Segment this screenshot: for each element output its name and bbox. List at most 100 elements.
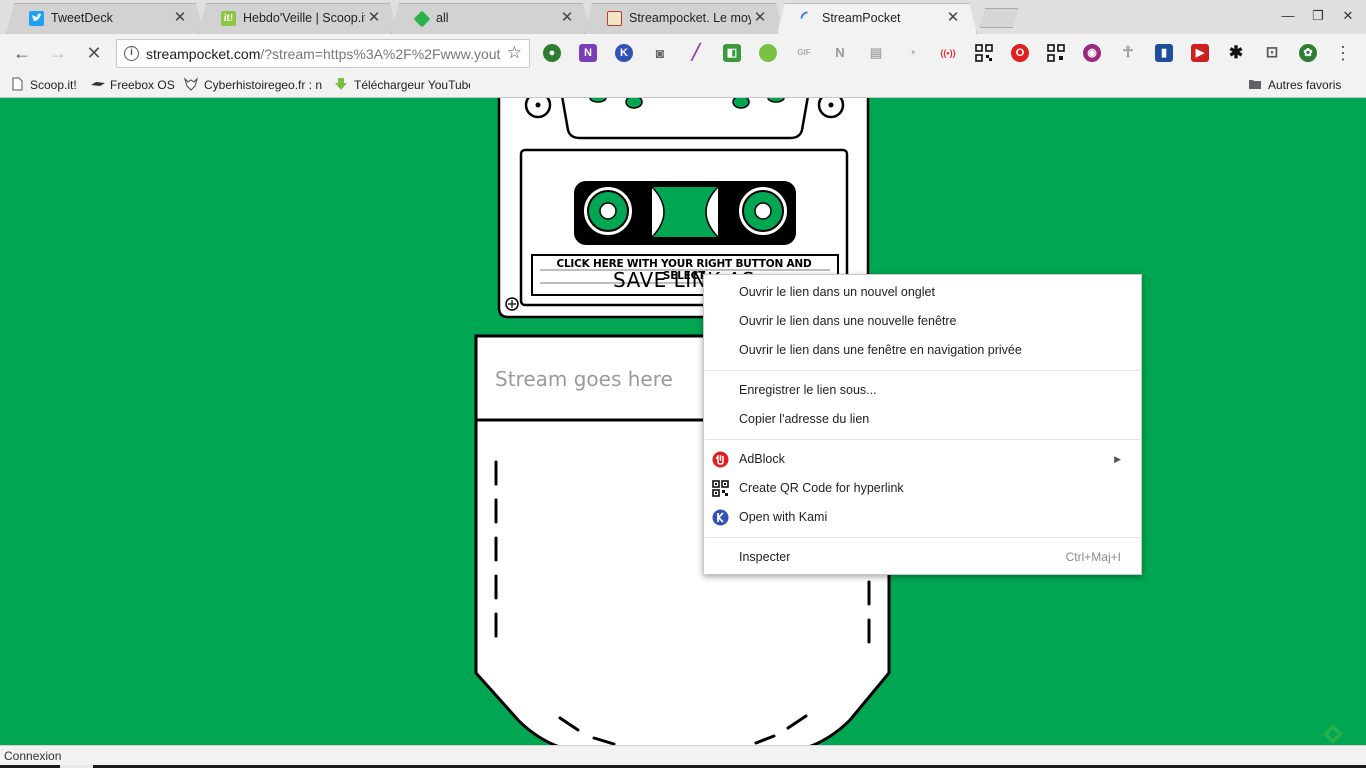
tab-streampocket[interactable]: StreamPocket ✕ <box>777 3 977 34</box>
site-info-icon[interactable]: i <box>124 46 139 61</box>
menu-separator <box>705 537 1142 538</box>
other-bookmarks-folder[interactable]: Autres favoris <box>1248 76 1341 94</box>
menu-item-open-incognito[interactable]: Ouvrir le lien dans une fenêtre en navig… <box>704 336 1141 365</box>
address-url[interactable]: streampocket.com/?stream=https%3A%2F%2Fw… <box>146 46 503 62</box>
menu-separator <box>705 370 1142 371</box>
feedly-icon <box>414 11 431 28</box>
tab-title: all <box>436 11 449 25</box>
close-window-icon[interactable]: ✕ <box>1338 6 1358 26</box>
extension-green-dot-icon[interactable] <box>759 44 777 62</box>
opera-adblock-icon[interactable]: O <box>1011 44 1029 62</box>
menu-item-open-new-tab[interactable]: Ouvrir le lien dans un nouvel onglet <box>704 278 1141 307</box>
tab-title: Hebdo'Veille | Scoop.it <box>243 11 365 25</box>
kami-extension-icon[interactable]: K <box>615 44 633 62</box>
kami-icon <box>712 509 729 526</box>
ankh-icon[interactable]: ☥ <box>1119 44 1137 62</box>
folder-icon <box>1248 77 1262 91</box>
qr-code-extension-2-icon[interactable] <box>1047 44 1065 62</box>
qr-code-extension-icon[interactable] <box>975 44 993 62</box>
menu-item-label: Ouvrir le lien dans une fenêtre en navig… <box>739 343 1022 357</box>
streampocket-page: CLICK HERE WITH YOUR RIGHT BUTTON AND SE… <box>0 98 1366 745</box>
menu-item-label: Open with Kami <box>739 510 828 524</box>
video-download-icon[interactable]: ▶ <box>1191 44 1209 62</box>
menu-item-open-new-window[interactable]: Ouvrir le lien dans une nouvelle fenêtre <box>704 307 1141 336</box>
submenu-arrow-icon: ▶ <box>1114 454 1121 464</box>
rss-icon[interactable]: ◔ <box>903 44 921 62</box>
broadcast-icon[interactable]: ((•)) <box>939 44 957 62</box>
close-tab-icon[interactable]: ✕ <box>560 10 574 26</box>
context-menu: Ouvrir le lien dans un nouvel onglet Ouv… <box>703 274 1142 575</box>
url-path: /?stream=https%3A%2F%2Fwww.yout <box>260 46 501 62</box>
onenote-icon[interactable]: N <box>579 44 597 62</box>
wolf-icon <box>184 77 199 91</box>
close-tab-icon[interactable]: ✕ <box>753 10 767 26</box>
close-tab-icon[interactable]: ✕ <box>173 10 187 26</box>
menu-item-inspect[interactable]: Inspecter Ctrl+Maj+I <box>704 543 1141 572</box>
music-icon[interactable]: ◉ <box>1083 44 1101 62</box>
stop-loading-button[interactable]: ✕ <box>82 42 106 64</box>
bookmarks-bar: Scoop.it! Freebox OS Cyberhistoiregeo.fr… <box>0 72 1366 98</box>
extension-green-square-icon[interactable]: ◧ <box>723 44 741 62</box>
gif-icon[interactable]: GIF <box>795 44 813 62</box>
star-extension-icon[interactable]: ✱ <box>1227 44 1245 62</box>
news-icon[interactable]: N <box>831 44 849 62</box>
cast-icon[interactable]: ⊡ <box>1263 44 1281 62</box>
menu-item-label: Create QR Code for hyperlink <box>739 481 904 495</box>
menu-item-create-qr[interactable]: Create QR Code for hyperlink <box>704 474 1141 503</box>
minimize-icon[interactable]: — <box>1278 6 1298 26</box>
bookmark-scoopit[interactable]: Scoop.it! <box>10 76 77 94</box>
download-arrow-icon <box>334 77 348 91</box>
tab-tweetdeck[interactable]: TweetDeck ✕ <box>6 3 204 34</box>
menu-item-save-link-as[interactable]: Enregistrer le lien sous... <box>704 376 1141 405</box>
pen-icon[interactable]: ╱ <box>687 44 705 62</box>
tab-title: TweetDeck <box>51 11 113 25</box>
feedly-floating-icon[interactable] <box>1322 723 1344 745</box>
menu-item-label: Inspecter <box>739 550 791 564</box>
tab-streampocket-article[interactable]: Streampocket. Le moye ✕ <box>584 3 784 34</box>
scoopit-icon: it! <box>221 11 236 26</box>
qr-code-icon <box>712 480 729 497</box>
close-tab-icon[interactable]: ✕ <box>367 10 381 26</box>
menu-item-shortcut: Ctrl+Maj+I <box>1065 550 1121 564</box>
cassette-pocket-illustration <box>474 98 891 745</box>
menu-separator <box>705 439 1142 440</box>
stream-input[interactable] <box>479 338 719 420</box>
turtle-icon[interactable]: ✿ <box>1299 44 1317 62</box>
forward-button[interactable]: → <box>46 42 70 64</box>
streampocket-icon <box>607 11 622 26</box>
camera-icon[interactable]: ◙ <box>651 44 669 62</box>
url-host: streampocket.com <box>146 46 261 62</box>
address-bar[interactable]: i streampocket.com/?stream=https%3A%2F%2… <box>116 39 530 68</box>
menu-item-label: Enregistrer le lien sous... <box>739 383 877 397</box>
other-bookmarks-label: Autres favoris <box>1268 78 1342 92</box>
loading-spinner-icon <box>800 11 815 26</box>
adblock-icon <box>712 451 729 468</box>
status-bar: Connexion <box>0 745 1366 768</box>
print-icon[interactable]: ▤ <box>867 44 885 62</box>
new-tab-button[interactable] <box>980 8 1018 28</box>
menu-item-open-with-kami[interactable]: Open with Kami <box>704 503 1141 532</box>
bookmark-label: Scoop.it! <box>30 78 77 92</box>
tab-all[interactable]: all ✕ <box>391 3 591 34</box>
bookmark-label: Téléchargeur YouTube <box>354 78 470 92</box>
back-button[interactable]: ← <box>10 42 34 64</box>
freebox-icon <box>90 77 105 91</box>
menu-item-label: Ouvrir le lien dans un nouvel onglet <box>739 285 935 299</box>
bookmark-telechargeur-youtube[interactable]: Téléchargeur YouTube <box>334 76 470 94</box>
menu-item-label: Copier l'adresse du lien <box>739 412 870 426</box>
reader-icon[interactable]: ▮ <box>1155 44 1173 62</box>
menu-item-adblock[interactable]: AdBlock ▶ <box>704 445 1141 474</box>
tab-title: StreamPocket <box>822 11 901 25</box>
close-tab-icon[interactable]: ✕ <box>946 10 960 26</box>
bookmark-star-icon[interactable]: ☆ <box>507 43 522 63</box>
menu-item-copy-link[interactable]: Copier l'adresse du lien <box>704 405 1141 434</box>
bookmark-label: Cyberhistoiregeo.fr : n <box>204 78 322 92</box>
browser-menu-icon[interactable]: ⋮ <box>1334 42 1352 64</box>
tab-hebdoveille[interactable]: it! Hebdo'Veille | Scoop.it ✕ <box>198 3 398 34</box>
extension-green-circle-icon[interactable]: ● <box>543 44 561 62</box>
status-text: Connexion <box>4 749 62 763</box>
page-icon <box>10 77 24 91</box>
bookmark-cyberhistoiregeo[interactable]: Cyberhistoiregeo.fr : n <box>184 76 322 94</box>
bookmark-freebox[interactable]: Freebox OS <box>90 76 175 94</box>
restore-icon[interactable]: ❐ <box>1308 6 1328 26</box>
